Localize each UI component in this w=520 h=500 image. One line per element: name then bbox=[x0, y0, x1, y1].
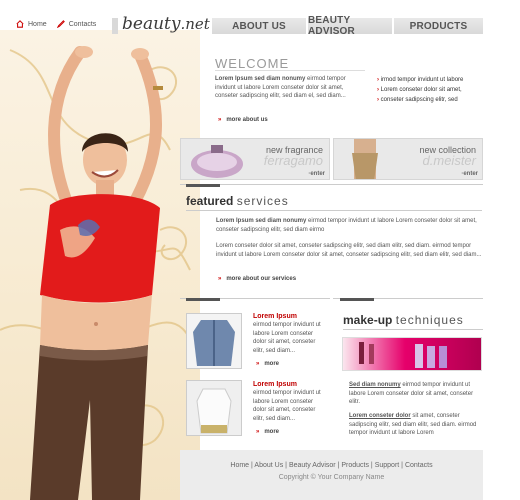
dress-model-image bbox=[352, 139, 378, 179]
makeup-accent-bar bbox=[340, 298, 374, 301]
welcome-bullet-list: irmod tempor invidunt ut labore Lorem co… bbox=[377, 75, 497, 105]
footer-links: Home | About Us | Beauty Advisor | Produ… bbox=[180, 462, 483, 469]
makeup-link-1[interactable]: Sed diam nonumy bbox=[349, 382, 401, 388]
featured-accent-bar bbox=[186, 184, 220, 187]
makeup-paragraph-2: Lorem conseter dolor sit amet, conseter … bbox=[349, 412, 482, 438]
white-blouse-image bbox=[187, 381, 241, 435]
promo-collection[interactable]: new collection d.meister ·enter bbox=[333, 138, 483, 180]
perfume-bottle-image bbox=[191, 145, 243, 178]
promo-fragrance-line2: ferragamo bbox=[263, 153, 323, 168]
welcome-heading: WELCOME bbox=[215, 56, 290, 71]
featured-top-rule bbox=[180, 184, 483, 185]
logo-tld: .net bbox=[180, 15, 210, 33]
contacts-link[interactable]: Contacts bbox=[56, 20, 97, 28]
copyright-text: Copyright © Your Company Name bbox=[278, 474, 385, 481]
contacts-link-label: Contacts bbox=[68, 20, 97, 28]
more-services-link[interactable]: » more about our services bbox=[218, 276, 296, 282]
home-link[interactable]: Home bbox=[16, 20, 47, 28]
logo-name: beauty bbox=[122, 14, 181, 34]
double-arrow-icon: » bbox=[218, 276, 222, 282]
product-thumbnail-blouse[interactable] bbox=[186, 380, 242, 436]
promo-collection-enter[interactable]: ·enter bbox=[461, 171, 478, 177]
nav-products-label: PRODUCTS bbox=[409, 20, 468, 32]
makeup-title-light: techniques bbox=[395, 313, 464, 327]
nav-about-label: ABOUT US bbox=[232, 20, 286, 32]
pencil-icon bbox=[56, 20, 65, 28]
footer-link-support[interactable]: Support bbox=[375, 462, 400, 469]
welcome-bullet: irmod tempor invidunt ut labore bbox=[377, 75, 497, 85]
makeup-products-image bbox=[342, 337, 482, 371]
welcome-divider bbox=[215, 70, 365, 71]
featured-paragraph-2: Lorem conseter dolor sit amet, conseter … bbox=[216, 243, 482, 258]
promo-fragrance[interactable]: new fragrance ferragamo ·enter bbox=[180, 138, 330, 180]
promo-fragrance-enter[interactable]: ·enter bbox=[308, 171, 325, 177]
makeup-link-2[interactable]: Lorem conseter dolor bbox=[349, 413, 411, 419]
featured-lead: Lorem Ipsum sed diam nonumy bbox=[216, 218, 307, 224]
makeup-heading: make-up techniques bbox=[343, 313, 464, 327]
makeup-title-bold: make-up bbox=[343, 313, 393, 327]
footer-link-advisor[interactable]: Beauty Advisor bbox=[289, 462, 336, 469]
nav-advisor-label: BEAUTY ADVISOR bbox=[308, 15, 355, 37]
lipstick-bottles-image bbox=[359, 342, 447, 368]
product-1-more-label: more bbox=[264, 361, 280, 367]
hero-woman-illustration bbox=[30, 46, 163, 500]
featured-divider bbox=[186, 210, 482, 211]
product-1-more-link[interactable]: » more bbox=[256, 361, 279, 367]
denim-jacket-image bbox=[193, 320, 235, 366]
featured-paragraph-1: Lorem Ipsum sed diam nonumy eirmod tempo… bbox=[216, 217, 482, 234]
product-2-more-label: more bbox=[264, 429, 280, 435]
makeup-paragraph-1: Sed diam nonumy eirmod tempor invidunt u… bbox=[349, 381, 482, 407]
product-thumbnail-jacket[interactable] bbox=[186, 313, 242, 369]
product-2-more-link[interactable]: » more bbox=[256, 429, 279, 435]
featured-services-heading: featured services bbox=[186, 194, 289, 208]
nav-products[interactable]: PRODUCTS bbox=[394, 18, 483, 34]
more-about-us-link[interactable]: » more about us bbox=[218, 117, 268, 123]
products-accent-bar bbox=[186, 298, 220, 301]
welcome-bullet: Lorem conseter dolor sit amet, bbox=[377, 85, 497, 95]
double-arrow-icon: » bbox=[256, 429, 260, 435]
product-1-text: eirmod tempor invidunt ut labore Lorem c… bbox=[253, 322, 321, 354]
double-arrow-icon: » bbox=[256, 361, 260, 367]
nav-about-us[interactable]: ABOUT US bbox=[212, 18, 306, 34]
nav-beauty-advisor[interactable]: BEAUTY ADVISOR bbox=[308, 15, 392, 37]
promo-collection-line2: d.meister bbox=[422, 153, 476, 168]
top-utility-nav: Home Contacts bbox=[16, 20, 96, 28]
product-1-title[interactable]: Lorem Ipsum bbox=[253, 313, 297, 320]
footer-link-about[interactable]: About Us bbox=[254, 462, 283, 469]
product-2-title[interactable]: Lorem Ipsum bbox=[253, 381, 297, 388]
featured-title-bold: featured bbox=[186, 194, 234, 208]
welcome-bullet: conseter sadipscing elitr, sed bbox=[377, 95, 497, 105]
product-2-text: eirmod tempor invidunt ut labore Lorem c… bbox=[253, 390, 321, 422]
home-link-label: Home bbox=[28, 20, 47, 28]
welcome-text: Lorem Ipsum sed diam nonumy eirmod tempo… bbox=[215, 75, 365, 101]
site-logo[interactable]: beauty.net bbox=[122, 14, 212, 36]
more-about-us-label: more about us bbox=[226, 117, 268, 123]
makeup-divider bbox=[343, 329, 483, 330]
double-arrow-icon: » bbox=[218, 117, 222, 123]
nav-left-cap bbox=[112, 18, 118, 34]
footer-link-contacts[interactable]: Contacts bbox=[405, 462, 433, 469]
featured-title-light: services bbox=[236, 194, 289, 208]
more-services-label: more about our services bbox=[226, 276, 297, 282]
footer-link-products[interactable]: Products bbox=[341, 462, 369, 469]
home-icon bbox=[16, 20, 24, 28]
welcome-lead: Lorem Ipsum sed diam nonumy bbox=[215, 76, 306, 82]
footer-link-home[interactable]: Home bbox=[230, 462, 249, 469]
